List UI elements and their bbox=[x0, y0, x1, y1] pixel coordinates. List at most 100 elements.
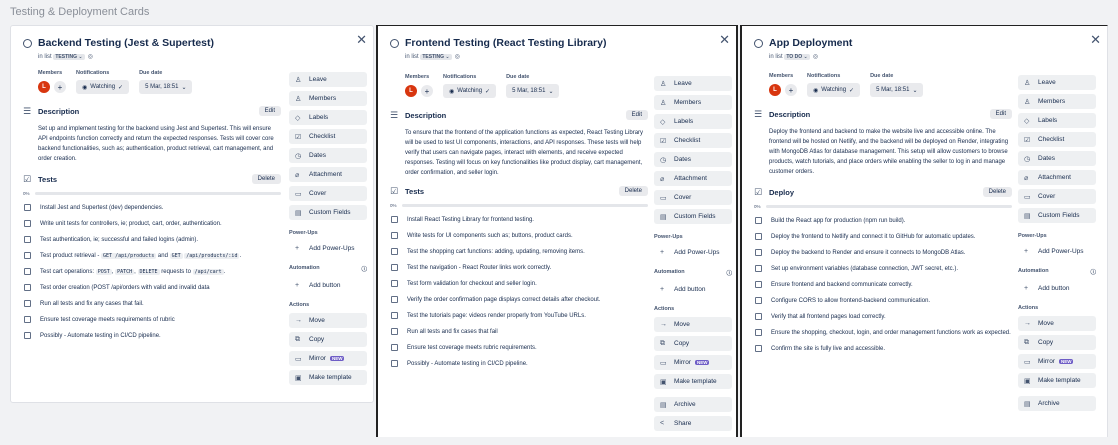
mirror-button[interactable]: ▭ Mirror NEW bbox=[654, 355, 732, 370]
cover-button[interactable]: ▭ Cover bbox=[1018, 189, 1096, 204]
checklist-button[interactable]: ☑ Checklist bbox=[1018, 132, 1096, 147]
list-badge[interactable]: TESTING ⌄ bbox=[53, 54, 85, 60]
checkbox[interactable] bbox=[755, 313, 762, 320]
checklist-item[interactable]: Install Jest and Supertest (dev) depende… bbox=[23, 200, 281, 216]
eye-icon[interactable]: ◎ bbox=[813, 53, 818, 60]
leave-button[interactable]: ♙ Leave bbox=[654, 76, 732, 91]
checklist-item[interactable]: Test product retrieval - GET /api/produc… bbox=[23, 248, 281, 264]
checklist-item[interactable]: Confirm the site is fully live and acces… bbox=[754, 341, 1012, 357]
checklist-item[interactable]: Write tests for UI components such as; b… bbox=[390, 228, 648, 244]
dates-button[interactable]: ◷ Dates bbox=[654, 152, 732, 167]
share-button[interactable]: < Share bbox=[654, 416, 732, 431]
checklist-item[interactable]: Configure CORS to allow frontend-backend… bbox=[754, 293, 1012, 309]
checkbox[interactable] bbox=[391, 344, 398, 351]
eye-icon[interactable]: ◎ bbox=[88, 53, 93, 60]
checkbox[interactable] bbox=[24, 316, 31, 323]
edit-button[interactable]: Edit bbox=[625, 110, 648, 120]
checkbox[interactable] bbox=[755, 249, 762, 256]
checkbox[interactable] bbox=[24, 300, 31, 307]
make-template-button[interactable]: ▣ Make template bbox=[654, 374, 732, 389]
copy-button[interactable]: ⧉ Copy bbox=[1018, 335, 1096, 350]
checkbox[interactable] bbox=[24, 332, 31, 339]
info-icon[interactable]: ⓘ bbox=[1090, 268, 1096, 276]
labels-button[interactable]: ◇ Labels bbox=[1018, 113, 1096, 128]
checkbox[interactable] bbox=[24, 252, 31, 259]
complete-toggle[interactable] bbox=[23, 38, 32, 48]
attachment-button[interactable]: ⌀ Attachment bbox=[1018, 170, 1096, 185]
add-member-icon[interactable]: + bbox=[54, 81, 66, 93]
list-badge[interactable]: TESTING ⌄ bbox=[420, 54, 452, 60]
avatar[interactable]: L bbox=[405, 85, 417, 97]
checklist-item[interactable]: Test the shopping cart functions: adding… bbox=[390, 244, 648, 260]
make-template-button[interactable]: ▣ Make template bbox=[1018, 373, 1096, 388]
checkbox[interactable] bbox=[24, 284, 31, 291]
checkbox[interactable] bbox=[391, 264, 398, 271]
members-button[interactable]: ♙ Members bbox=[289, 91, 367, 106]
archive-button[interactable]: ▤ Archive bbox=[654, 397, 732, 412]
add-powerups-button[interactable]: + Add Power-Ups bbox=[289, 241, 367, 255]
checklist-item[interactable]: Possibly - Automate testing in CI/CD pip… bbox=[23, 328, 281, 344]
close-icon[interactable]: ✕ bbox=[719, 32, 730, 48]
watching-button[interactable]: ◉ Watching ✓ bbox=[807, 83, 861, 97]
attachment-button[interactable]: ⌀ Attachment bbox=[289, 167, 367, 182]
edit-button[interactable]: Edit bbox=[258, 106, 281, 116]
checklist-item[interactable]: Test authentication, ie; successful and … bbox=[23, 232, 281, 248]
delete-button[interactable]: Delete bbox=[618, 186, 648, 196]
attachment-button[interactable]: ⌀ Attachment bbox=[654, 171, 732, 186]
checklist-button[interactable]: ☑ Checklist bbox=[289, 129, 367, 144]
checkbox[interactable] bbox=[755, 345, 762, 352]
checklist-item[interactable]: Ensure frontend and backend communicate … bbox=[754, 277, 1012, 293]
move-button[interactable]: → Move bbox=[289, 313, 367, 328]
dates-button[interactable]: ◷ Dates bbox=[1018, 151, 1096, 166]
add-powerups-button[interactable]: + Add Power-Ups bbox=[1018, 244, 1096, 258]
checkbox[interactable] bbox=[391, 360, 398, 367]
move-button[interactable]: → Move bbox=[654, 317, 732, 332]
checklist-item[interactable]: Run all tests and fix cases that fail bbox=[390, 324, 648, 340]
add-button-button[interactable]: + Add button bbox=[654, 282, 732, 296]
labels-button[interactable]: ◇ Labels bbox=[654, 114, 732, 129]
avatar[interactable]: L bbox=[38, 81, 50, 93]
cover-button[interactable]: ▭ Cover bbox=[654, 190, 732, 205]
checklist-item[interactable]: Ensure test coverage meets requirements … bbox=[23, 312, 281, 328]
checklist-item[interactable]: Verify the order confirmation page displ… bbox=[390, 292, 648, 308]
leave-button[interactable]: ♙ Leave bbox=[289, 72, 367, 87]
make-template-button[interactable]: ▣ Make template bbox=[289, 370, 367, 385]
add-button-button[interactable]: + Add button bbox=[1018, 281, 1096, 295]
list-badge[interactable]: TO DO ⌄ bbox=[784, 54, 810, 60]
checkbox[interactable] bbox=[755, 329, 762, 336]
checklist-button[interactable]: ☑ Checklist bbox=[654, 133, 732, 148]
card-title[interactable]: App Deployment bbox=[769, 37, 852, 49]
mirror-button[interactable]: ▭ Mirror NEW bbox=[289, 351, 367, 366]
move-button[interactable]: → Move bbox=[1018, 316, 1096, 331]
checklist-item[interactable]: Run all tests and fix any cases that fai… bbox=[23, 296, 281, 312]
info-icon[interactable]: ⓘ bbox=[726, 269, 732, 277]
eye-icon[interactable]: ◎ bbox=[455, 53, 460, 60]
add-button-button[interactable]: + Add button bbox=[289, 278, 367, 292]
checklist-item[interactable]: Ensure test coverage meets rubric requir… bbox=[390, 340, 648, 356]
avatar[interactable]: L bbox=[769, 84, 781, 96]
labels-button[interactable]: ◇ Labels bbox=[289, 110, 367, 125]
card-title[interactable]: Frontend Testing (React Testing Library) bbox=[405, 37, 606, 49]
members-button[interactable]: ♙ Members bbox=[1018, 94, 1096, 109]
complete-toggle[interactable] bbox=[754, 38, 763, 48]
close-icon[interactable]: ✕ bbox=[1090, 32, 1101, 48]
description-text[interactable]: To ensure that the frontend of the appli… bbox=[405, 128, 648, 178]
custom-fields-button[interactable]: ▤ Custom Fields bbox=[289, 205, 367, 220]
checklist-item[interactable]: Build the React app for production (npm … bbox=[754, 213, 1012, 229]
checklist-item[interactable]: Test the tutorials page: videos render p… bbox=[390, 308, 648, 324]
checkbox[interactable] bbox=[391, 296, 398, 303]
close-icon[interactable]: ✕ bbox=[356, 32, 367, 48]
watching-button[interactable]: ◉ Watching ✓ bbox=[443, 84, 497, 98]
info-icon[interactable]: ⓘ bbox=[361, 265, 367, 273]
checklist-item[interactable]: Ensure the shopping, checkout, login, an… bbox=[754, 325, 1012, 341]
add-member-icon[interactable]: + bbox=[421, 85, 433, 97]
checkbox[interactable] bbox=[755, 281, 762, 288]
mirror-button[interactable]: ▭ Mirror NEW bbox=[1018, 354, 1096, 369]
checkbox[interactable] bbox=[755, 233, 762, 240]
checkbox[interactable] bbox=[24, 236, 31, 243]
dates-button[interactable]: ◷ Dates bbox=[289, 148, 367, 163]
custom-fields-button[interactable]: ▤ Custom Fields bbox=[654, 209, 732, 224]
due-date-button[interactable]: 5 Mar, 18:51 ⌄ bbox=[506, 84, 560, 98]
description-text[interactable]: Deploy the frontend and backend to make … bbox=[769, 127, 1012, 177]
checkbox[interactable] bbox=[24, 204, 31, 211]
